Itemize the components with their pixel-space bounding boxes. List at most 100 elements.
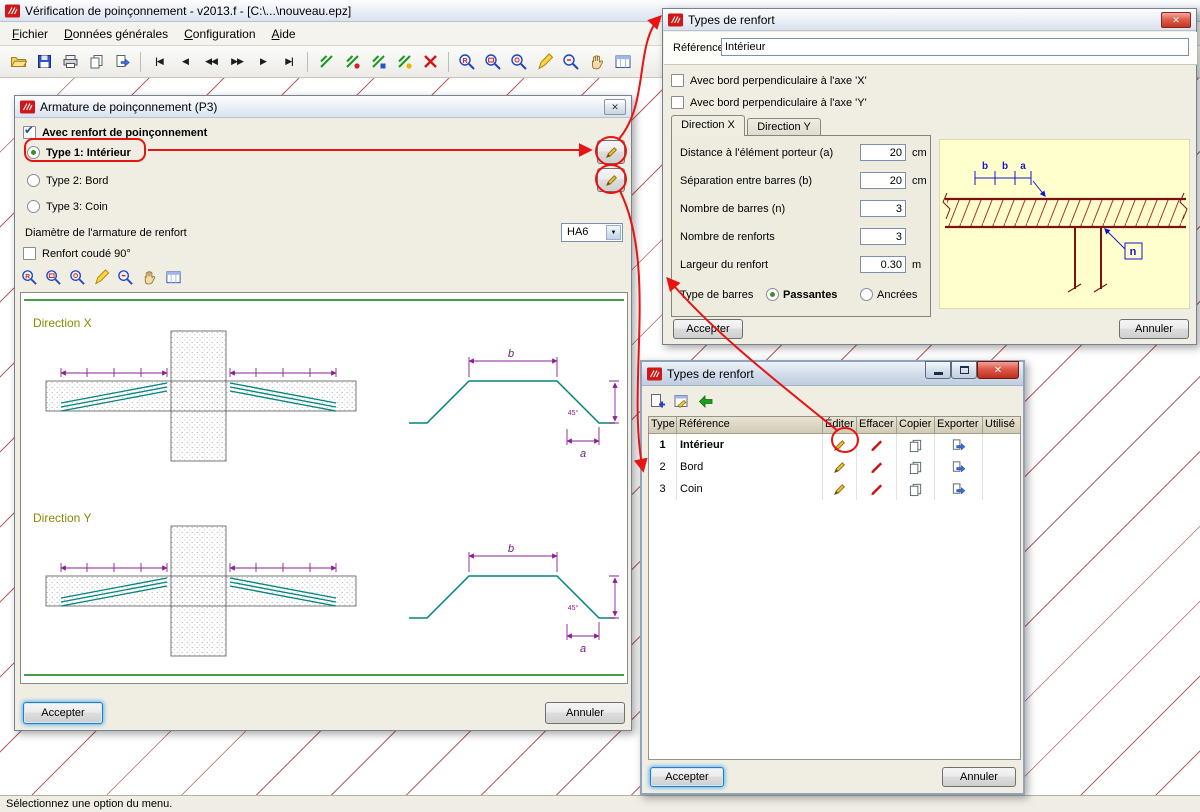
zoom-window-button[interactable] [481,50,505,74]
menu-configuration[interactable]: Configuration [176,23,263,45]
width-input[interactable] [860,256,906,273]
edit-row-button[interactable] [823,456,857,478]
copy-button[interactable] [84,50,108,74]
nav-first-button[interactable]: |◀ [147,50,171,74]
close-button[interactable]: ✕ [604,99,626,115]
preview-zoom-out-button[interactable] [114,266,136,288]
export-row-button[interactable] [935,434,983,456]
reference-cell[interactable]: Bord [677,456,823,478]
edit-row-button[interactable] [823,478,857,500]
rebar-tool-4-button[interactable] [392,50,416,74]
edit-row-button[interactable] [823,434,857,456]
edit-types-list-button[interactable] [597,168,625,192]
drawing-area[interactable]: b a 45° Direction X Direction Y [20,292,628,684]
copy-row-button[interactable] [897,434,935,456]
menu-fichier[interactable]: Fichier [4,23,56,45]
type-3-radio[interactable] [27,200,40,213]
zoom-extents-button[interactable] [507,50,531,74]
ancrees-radio[interactable] [860,288,873,301]
type-1-label[interactable]: Type 1: Intérieur [46,146,131,161]
delete-reinforcement-button[interactable] [418,50,442,74]
preview-pan-button[interactable] [138,266,160,288]
measure-button[interactable] [533,50,557,74]
accept-button[interactable]: Accepter [650,767,724,787]
preview-zoom-window-button[interactable] [42,266,64,288]
delete-row-button[interactable] [857,456,897,478]
preview-measure-button[interactable] [90,266,112,288]
type-2-radio[interactable] [27,174,40,187]
manage-types-button[interactable] [670,390,692,412]
ancrees-label[interactable]: Ancrées [877,288,917,303]
tab-direction-x[interactable]: Direction X [671,115,745,136]
add-type-button[interactable] [646,390,668,412]
export-row-button[interactable] [935,478,983,500]
reference-input[interactable] [721,38,1189,56]
minimize-button[interactable] [925,361,951,379]
nav-next-button[interactable]: ▶ [251,50,275,74]
nav-prev-button[interactable]: ◀ [173,50,197,74]
zoom-out-button[interactable] [559,50,583,74]
menu-aide[interactable]: Aide [264,23,304,45]
with-reinforcement-label[interactable]: Avec renfort de poinçonnement [42,126,207,141]
type-3-label[interactable]: Type 3: Coin [46,200,108,215]
dropdown-button[interactable]: ▼ [606,225,621,240]
import-type-button[interactable] [694,390,716,412]
type-cell[interactable]: 1 [649,434,677,456]
passantes-radio[interactable] [766,288,779,301]
save-button[interactable] [32,50,56,74]
close-button[interactable]: ✕ [977,361,1019,379]
nav-last-button[interactable]: ▶| [277,50,301,74]
type-cell[interactable]: 3 [649,478,677,500]
delete-row-button[interactable] [857,434,897,456]
accept-button[interactable]: Accepter [23,702,103,724]
diameter-select[interactable]: HA6 ▼ [561,223,623,242]
edge-x-label[interactable]: Avec bord perpendiculaire à l'axe 'X' [690,74,867,89]
copy-row-button[interactable] [897,478,935,500]
capture-button[interactable] [611,50,635,74]
table-row[interactable]: 2 Bord [649,456,1020,478]
export-row-button[interactable] [935,456,983,478]
cancel-button[interactable]: Annuler [1119,319,1189,339]
rebar-tool-1-button[interactable] [314,50,338,74]
edge-y-label[interactable]: Avec bord perpendiculaire à l'axe 'Y' [690,96,867,111]
preview-redraw-button[interactable]: R [18,266,40,288]
edit-type-button[interactable] [597,140,625,164]
delete-row-button[interactable] [857,478,897,500]
nav-prev-fast-button[interactable]: ◀◀ [199,50,223,74]
print-button[interactable] [58,50,82,74]
hook-90-label[interactable]: Renfort coudé 90° [42,247,131,262]
type-cell[interactable]: 2 [649,456,677,478]
hook-90-checkbox[interactable] [23,247,36,260]
edge-y-checkbox[interactable] [671,96,684,109]
distance-a-input[interactable] [860,144,906,161]
close-button[interactable]: ✕ [1161,12,1191,28]
preview-zoom-extents-button[interactable] [66,266,88,288]
cancel-button[interactable]: Annuler [545,702,625,724]
redraw-button[interactable]: R [455,50,479,74]
rebar-tool-2-button[interactable] [340,50,364,74]
rebar-tool-3-button[interactable] [366,50,390,74]
type-1-radio[interactable] [27,146,40,159]
passantes-label[interactable]: Passantes [783,288,837,303]
menu-donnees-generales[interactable]: Données générales [56,23,176,45]
copy-row-button[interactable] [897,456,935,478]
export-button[interactable] [110,50,134,74]
maximize-button[interactable] [951,361,977,379]
reference-cell[interactable]: Intérieur [677,434,823,456]
edge-x-checkbox[interactable] [671,74,684,87]
accept-button[interactable]: Accepter [673,319,743,339]
separation-b-input[interactable] [860,172,906,189]
tab-direction-y[interactable]: Direction Y [747,118,821,136]
nav-next-fast-button[interactable]: ▶▶ [225,50,249,74]
with-reinforcement-checkbox[interactable]: ✔ [23,123,36,139]
preview-capture-button[interactable] [162,266,184,288]
reference-cell[interactable]: Coin [677,478,823,500]
bars-count-input[interactable] [860,200,906,217]
pan-button[interactable] [585,50,609,74]
reinforcements-count-input[interactable] [860,228,906,245]
open-button[interactable] [6,50,30,74]
table-row[interactable]: 3 Coin [649,478,1020,500]
type-2-label[interactable]: Type 2: Bord [46,174,108,189]
table-row[interactable]: 1 Intérieur [649,434,1020,456]
cancel-button[interactable]: Annuler [942,767,1016,787]
